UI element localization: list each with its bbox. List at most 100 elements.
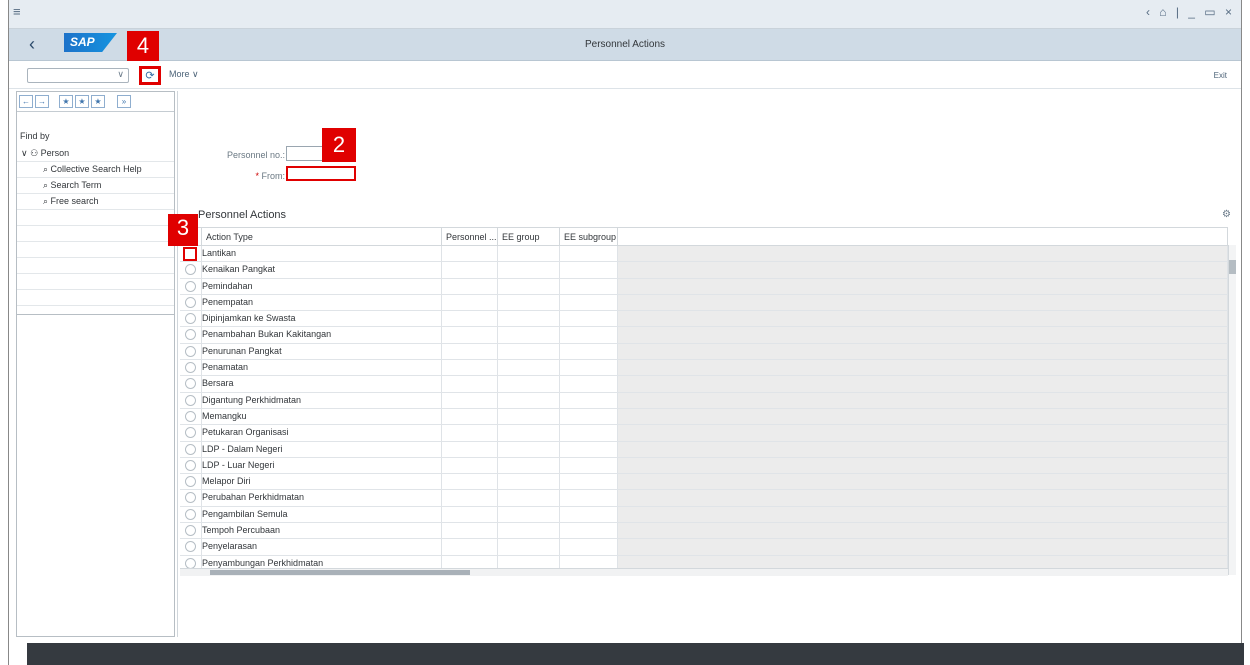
menu-icon[interactable]: ≡ (13, 4, 21, 19)
radio-button[interactable] (183, 247, 197, 261)
radio-button[interactable] (185, 280, 196, 292)
favorite-edit-icon[interactable]: ★ (91, 95, 105, 108)
table-row[interactable]: Penempatan (180, 294, 1228, 312)
radio-button[interactable] (185, 410, 196, 422)
radio-button[interactable] (185, 476, 196, 488)
execute-button[interactable]: ⟳ (139, 66, 161, 85)
table-row[interactable]: LDP - Dalam Negeri (180, 441, 1228, 458)
tree-item-collective-search-help[interactable]: ⌕ Collective Search Help (17, 162, 174, 178)
radio-button[interactable] (185, 313, 196, 325)
tree-item-free-search[interactable]: ⌕ Free search (17, 194, 174, 210)
column-ee-subgroup[interactable]: EE subgroup (560, 228, 618, 245)
column-personnel[interactable]: Personnel ... (442, 228, 498, 245)
table-row[interactable]: Memangku (180, 408, 1228, 426)
radio-button[interactable] (185, 427, 196, 439)
table-row[interactable]: LDP - Luar Negeri (180, 457, 1228, 475)
scroll-thumb[interactable] (210, 570, 470, 575)
radio-button[interactable] (185, 394, 196, 406)
more-menu[interactable]: More ∨ (169, 69, 199, 80)
empty-cell (442, 539, 498, 555)
command-field[interactable]: ∨ (27, 68, 129, 83)
window-controls[interactable]: ‹ ⌂ | _ ▭ × (1146, 5, 1235, 19)
radio-button[interactable] (185, 362, 196, 374)
column-ee-group[interactable]: EE group (498, 228, 560, 245)
favorite-add-icon[interactable]: ★ (59, 95, 73, 108)
row-select-cell (180, 506, 202, 523)
scroll-thumb[interactable] (1229, 260, 1236, 274)
empty-cell (618, 327, 1228, 343)
empty-cell (618, 523, 1228, 539)
favorite-icon[interactable]: ★ (75, 95, 89, 108)
row-select-cell (180, 474, 202, 490)
empty-cell (442, 376, 498, 392)
table-row[interactable]: Kenaikan Pangkat (180, 262, 1228, 279)
arrow-right-icon[interactable]: → (35, 95, 49, 108)
tree-empty-row (17, 258, 174, 274)
empty-cell (498, 360, 560, 376)
arrow-left-icon[interactable]: ← (19, 95, 33, 108)
empty-cell (442, 392, 498, 408)
from-label: * From: (195, 171, 285, 181)
empty-cell (560, 294, 618, 311)
action-type-cell: Memangku (202, 408, 442, 425)
empty-cell (618, 360, 1228, 376)
empty-cell (560, 506, 618, 523)
empty-cell (442, 457, 498, 474)
horizontal-scrollbar[interactable] (180, 568, 1228, 576)
empty-cell (560, 278, 618, 294)
empty-cell (442, 523, 498, 539)
empty-cell (560, 441, 618, 457)
personnel-no-input[interactable] (286, 146, 326, 161)
radio-button[interactable] (185, 508, 196, 520)
action-type-cell: Pemindahan (202, 278, 442, 294)
radio-button[interactable] (185, 378, 196, 390)
table-row[interactable]: Penurunan Pangkat (180, 343, 1228, 361)
from-date-input[interactable] (286, 166, 356, 181)
find-by-label: Find by (20, 131, 50, 141)
row-select-cell (180, 376, 202, 392)
radio-button[interactable] (185, 345, 196, 357)
radio-button[interactable] (185, 492, 196, 504)
radio-button[interactable] (185, 525, 196, 537)
action-type-cell: Perubahan Perkhidmatan (202, 490, 442, 506)
table-row[interactable]: Pemindahan (180, 278, 1228, 295)
table-row[interactable]: Penyelarasan (180, 539, 1228, 556)
vertical-scrollbar[interactable] (1228, 245, 1236, 575)
radio-button[interactable] (185, 264, 196, 276)
row-select-cell (180, 425, 202, 441)
execute-icon: ⟳ (145, 70, 155, 82)
expand-icon[interactable]: » (117, 95, 131, 108)
empty-cell (498, 441, 560, 457)
table-row[interactable]: Digantung Perkhidmatan (180, 392, 1228, 409)
table-row[interactable]: Tempoh Percubaan (180, 523, 1228, 540)
table-row[interactable]: Melapor Diri (180, 474, 1228, 491)
column-action-type[interactable]: Action Type (202, 228, 442, 245)
chevron-down-icon[interactable]: ∨ (117, 69, 124, 80)
table-row[interactable]: Perubahan Perkhidmatan (180, 490, 1228, 507)
tree-item-label: Person (40, 148, 70, 158)
tree-empty-row (17, 290, 174, 306)
table-row[interactable]: Bersara (180, 376, 1228, 393)
empty-cell (618, 457, 1228, 474)
radio-button[interactable] (185, 296, 196, 308)
table-row[interactable]: Penamatan (180, 360, 1228, 377)
tree-item-person[interactable]: ∨ ⚇ Person (17, 146, 174, 162)
empty-cell (618, 539, 1228, 555)
radio-button[interactable] (185, 329, 196, 341)
table-row[interactable]: Lantikan (180, 246, 1228, 263)
empty-cell (442, 506, 498, 523)
table-row[interactable]: Penambahan Bukan Kakitangan (180, 327, 1228, 344)
row-select-cell (180, 490, 202, 506)
radio-button[interactable] (185, 443, 196, 455)
table-row[interactable]: Petukaran Organisasi (180, 425, 1228, 442)
step-4-callout: 4 (127, 31, 159, 61)
radio-button[interactable] (185, 459, 196, 471)
empty-cell (560, 539, 618, 555)
radio-button[interactable] (185, 541, 196, 553)
exit-button[interactable]: Exit (1214, 71, 1227, 80)
gear-icon[interactable]: ⚙ (1222, 209, 1231, 220)
table-row[interactable]: Dipinjamkan ke Swasta (180, 311, 1228, 328)
table-row[interactable]: Pengambilan Semula (180, 506, 1228, 524)
radio-button[interactable] (185, 557, 196, 569)
tree-item-search-term[interactable]: ⌕ Search Term (17, 178, 174, 194)
